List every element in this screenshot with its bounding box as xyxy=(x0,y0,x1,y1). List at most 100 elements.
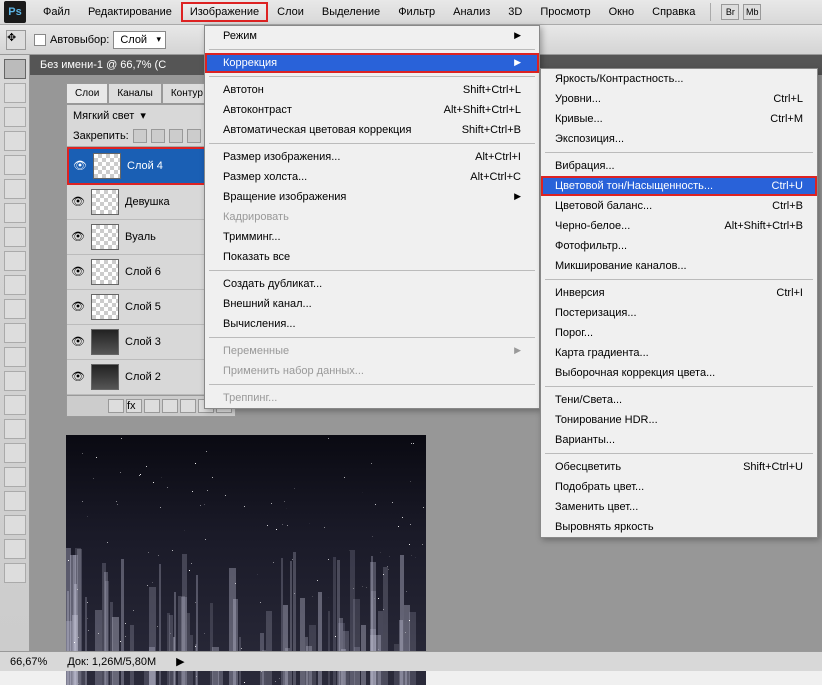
menu-item[interactable]: Тонирование HDR... xyxy=(541,410,817,430)
menu-item[interactable]: Цветовой тон/Насыщенность...Ctrl+U xyxy=(541,176,817,196)
menu-item[interactable]: Уровни...Ctrl+L xyxy=(541,89,817,109)
mini-bridge-button[interactable]: Mb xyxy=(743,4,761,20)
healing-tool[interactable] xyxy=(4,203,26,223)
layer-thumbnail[interactable] xyxy=(91,259,119,285)
menu-item[interactable]: Фотофильтр... xyxy=(541,236,817,256)
visibility-icon[interactable] xyxy=(73,159,87,173)
panel-tab[interactable]: Каналы xyxy=(108,83,162,104)
blur-tool[interactable] xyxy=(4,347,26,367)
layer-name[interactable]: Слой 3 xyxy=(125,336,161,348)
camera-tool[interactable] xyxy=(4,515,26,535)
stamp-tool[interactable] xyxy=(4,251,26,271)
menu-item[interactable]: АвтоконтрастAlt+Shift+Ctrl+L xyxy=(205,100,539,120)
zoom-level[interactable]: 66,67% xyxy=(10,656,47,668)
visibility-icon[interactable] xyxy=(71,300,85,314)
mask-icon[interactable] xyxy=(144,399,160,413)
menu-выделение[interactable]: Выделение xyxy=(313,2,389,22)
crop-tool[interactable] xyxy=(4,155,26,175)
menu-item[interactable]: Выровнять яркость xyxy=(541,517,817,537)
menu-item[interactable]: Коррекция xyxy=(205,53,539,73)
menu-item[interactable]: Внешний канал... xyxy=(205,294,539,314)
layer-name[interactable]: Слой 2 xyxy=(125,371,161,383)
menu-item[interactable]: Варианты... xyxy=(541,430,817,450)
menu-файл[interactable]: Файл xyxy=(34,2,79,22)
menu-item[interactable]: Экспозиция... xyxy=(541,129,817,149)
fx-icon[interactable]: fx xyxy=(126,399,142,413)
menu-item[interactable]: Тени/Света... xyxy=(541,390,817,410)
menu-item[interactable]: Карта градиента... xyxy=(541,343,817,363)
layer-thumbnail[interactable] xyxy=(91,329,119,355)
group-icon[interactable] xyxy=(180,399,196,413)
menu-справка[interactable]: Справка xyxy=(643,2,704,22)
layer-thumbnail[interactable] xyxy=(91,294,119,320)
menu-редактирование[interactable]: Редактирование xyxy=(79,2,181,22)
menu-item[interactable]: Выборочная коррекция цвета... xyxy=(541,363,817,383)
menu-item[interactable]: Размер изображения...Alt+Ctrl+I xyxy=(205,147,539,167)
lock-all-icon[interactable] xyxy=(187,129,201,143)
menu-item[interactable]: Микширование каналов... xyxy=(541,256,817,276)
zoom-tool[interactable] xyxy=(4,563,26,583)
menu-item[interactable]: Автоматическая цветовая коррекцияShift+C… xyxy=(205,120,539,140)
menu-item[interactable]: ИнверсияCtrl+I xyxy=(541,283,817,303)
menu-item[interactable]: Вибрация... xyxy=(541,156,817,176)
auto-select-checkbox[interactable] xyxy=(34,34,46,46)
menu-фильтр[interactable]: Фильтр xyxy=(389,2,444,22)
menu-item[interactable]: Режим xyxy=(205,26,539,46)
layer-name[interactable]: Девушка xyxy=(125,196,170,208)
panel-tab[interactable]: Слои xyxy=(66,83,108,104)
menu-просмотр[interactable]: Просмотр xyxy=(531,2,599,22)
menu-item[interactable]: Вращение изображения xyxy=(205,187,539,207)
layer-name[interactable]: Слой 6 xyxy=(125,266,161,278)
layer-thumbnail[interactable] xyxy=(91,189,119,215)
menu-item[interactable]: ОбесцветитьShift+Ctrl+U xyxy=(541,457,817,477)
menu-item[interactable]: АвтотонShift+Ctrl+L xyxy=(205,80,539,100)
visibility-icon[interactable] xyxy=(71,230,85,244)
menu-3d[interactable]: 3D xyxy=(499,2,531,22)
dodge-tool[interactable] xyxy=(4,371,26,391)
lasso-tool[interactable] xyxy=(4,107,26,127)
adjustment-icon[interactable] xyxy=(162,399,178,413)
visibility-icon[interactable] xyxy=(71,265,85,279)
menu-item[interactable]: Кривые...Ctrl+M xyxy=(541,109,817,129)
canvas[interactable] xyxy=(66,435,426,685)
hand-tool[interactable] xyxy=(4,539,26,559)
eyedropper-tool[interactable] xyxy=(4,179,26,199)
menu-item[interactable]: Вычисления... xyxy=(205,314,539,334)
menu-item[interactable]: Порог... xyxy=(541,323,817,343)
path-tool[interactable] xyxy=(4,443,26,463)
menu-изображение[interactable]: Изображение xyxy=(181,2,268,22)
menu-анализ[interactable]: Анализ xyxy=(444,2,499,22)
link-layers-icon[interactable] xyxy=(108,399,124,413)
layer-name[interactable]: Слой 5 xyxy=(125,301,161,313)
menu-item[interactable]: Тримминг... xyxy=(205,227,539,247)
layer-name[interactable]: Вуаль xyxy=(125,231,156,243)
menu-item[interactable]: Яркость/Контрастность... xyxy=(541,69,817,89)
wand-tool[interactable] xyxy=(4,131,26,151)
brush-tool[interactable] xyxy=(4,227,26,247)
visibility-icon[interactable] xyxy=(71,370,85,384)
menu-окно[interactable]: Окно xyxy=(600,2,644,22)
lock-image-icon[interactable] xyxy=(151,129,165,143)
visibility-icon[interactable] xyxy=(71,195,85,209)
move-tool[interactable] xyxy=(4,59,26,79)
shape-tool[interactable] xyxy=(4,467,26,487)
lock-transparency-icon[interactable] xyxy=(133,129,147,143)
menu-item[interactable]: Подобрать цвет... xyxy=(541,477,817,497)
marquee-tool[interactable] xyxy=(4,83,26,103)
layer-name[interactable]: Слой 4 xyxy=(127,160,163,172)
lock-position-icon[interactable] xyxy=(169,129,183,143)
menu-item[interactable]: Размер холста...Alt+Ctrl+C xyxy=(205,167,539,187)
gradient-tool[interactable] xyxy=(4,323,26,343)
menu-item[interactable]: Черно-белое...Alt+Shift+Ctrl+B xyxy=(541,216,817,236)
auto-select-combo[interactable]: Слой xyxy=(113,31,166,49)
menu-item[interactable]: Показать все xyxy=(205,247,539,267)
menu-item[interactable]: Создать дубликат... xyxy=(205,274,539,294)
menu-item[interactable]: Постеризация... xyxy=(541,303,817,323)
menu-item[interactable]: Цветовой баланс...Ctrl+B xyxy=(541,196,817,216)
eraser-tool[interactable] xyxy=(4,299,26,319)
type-tool[interactable] xyxy=(4,419,26,439)
menu-item[interactable]: Заменить цвет... xyxy=(541,497,817,517)
pen-tool[interactable] xyxy=(4,395,26,415)
menu-слои[interactable]: Слои xyxy=(268,2,313,22)
layer-thumbnail[interactable] xyxy=(91,364,119,390)
